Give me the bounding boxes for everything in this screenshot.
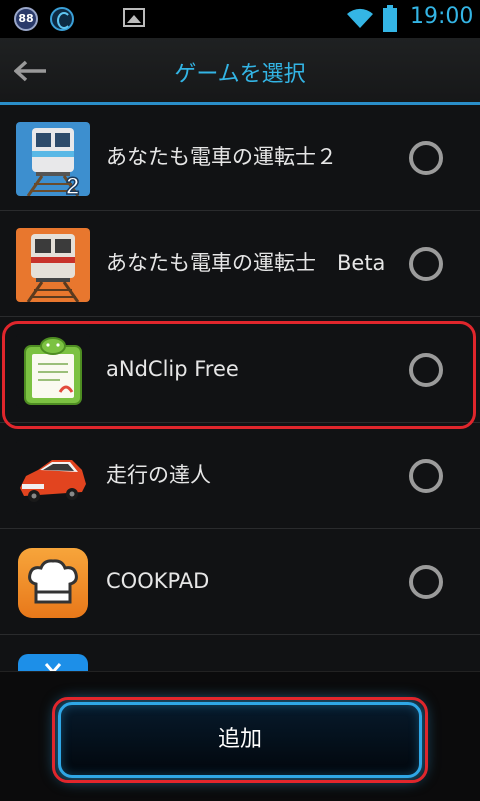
footer: 追加 (0, 671, 480, 801)
page-title: ゲームを選択 (174, 62, 306, 87)
status-bar: 88 19:00 (0, 0, 480, 38)
game-label: aNdClip Free (106, 357, 239, 381)
app-swirl-icon (50, 7, 74, 31)
svg-text:2: 2 (66, 173, 79, 196)
app-badge-icon: 88 (14, 7, 38, 31)
image-icon (123, 8, 145, 27)
radio-button[interactable] (409, 565, 443, 599)
game-list[interactable]: 2 あなたも電車の運転士２ あなたも電車の運転士 Beta aNdClip Fr… (0, 105, 480, 671)
app-icon (18, 654, 88, 671)
train-beta-icon (16, 228, 90, 302)
game-label: 走行の達人 (106, 463, 211, 487)
list-item[interactable]: aNdClip Free (0, 317, 480, 423)
chef-hat-icon (18, 548, 88, 618)
clipboard-icon (16, 334, 90, 408)
radio-button[interactable] (409, 141, 443, 175)
game-label: あなたも電車の運転士 Beta (106, 251, 386, 275)
clock: 19:00 (410, 4, 474, 29)
wifi-icon (347, 8, 373, 28)
game-label: COOKPAD (106, 569, 210, 593)
game-label: あなたも電車の運転士２ (106, 145, 337, 169)
train-2-icon: 2 (16, 122, 90, 196)
radio-button[interactable] (409, 247, 443, 281)
battery-icon (383, 5, 397, 32)
list-item[interactable]: 2 あなたも電車の運転士２ (0, 105, 480, 211)
header: ゲームを選択 (0, 38, 480, 104)
radio-button[interactable] (409, 459, 443, 493)
list-item[interactable] (0, 635, 480, 671)
list-item[interactable]: あなたも電車の運転士 Beta (0, 211, 480, 317)
car-icon (16, 440, 90, 514)
radio-button[interactable] (409, 353, 443, 387)
list-item[interactable]: 走行の達人 (0, 423, 480, 529)
list-item[interactable]: COOKPAD (0, 529, 480, 635)
add-button[interactable]: 追加 (58, 702, 422, 778)
